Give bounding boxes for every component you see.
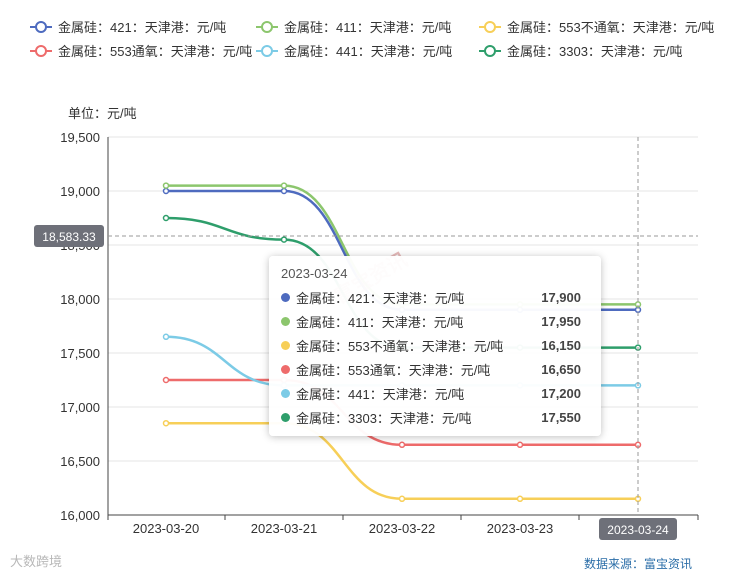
y-tick-label: 19,000	[60, 184, 100, 199]
tooltip-row: 金属硅：441：天津港：元/吨 17,200	[281, 381, 589, 405]
tooltip-row: 金属硅：3303：天津港：元/吨 17,550	[281, 405, 589, 429]
legend-marker-icon	[35, 21, 47, 33]
y-tick-label: 16,500	[60, 454, 100, 469]
tooltip-series-value: 17,950	[541, 313, 581, 329]
series-dot-icon	[281, 316, 290, 326]
tooltip-date: 2023-03-24	[281, 266, 348, 281]
y-axis-pointer-label: 18,583.33	[42, 230, 96, 244]
legend-label: 金属硅：553通氧：天津港：元/吨	[58, 44, 252, 59]
y-tick-label: 18,000	[60, 292, 100, 307]
x-tick-label: 2023-03-22	[369, 521, 436, 536]
data-source[interactable]: 数据来源：富宝资讯	[584, 555, 692, 572]
legend-label: 金属硅：421：天津港：元/吨	[58, 20, 226, 35]
x-tick-label: 2023-03-20	[133, 521, 200, 536]
data-point	[398, 441, 406, 449]
tooltip-series-value: 16,150	[541, 337, 581, 353]
legend-item[interactable]: 金属硅：553不通氧：天津港：元/吨	[479, 20, 714, 35]
legend-item[interactable]: 金属硅：553通氧：天津港：元/吨	[30, 44, 252, 59]
tooltip-series-name: 金属硅：553不通氧：天津港：元/吨	[296, 338, 504, 354]
legend-label: 金属硅：411：天津港：元/吨	[284, 20, 451, 35]
legend-item[interactable]: 金属硅：411：天津港：元/吨	[256, 20, 451, 35]
data-point	[162, 376, 170, 384]
tooltip-series-name: 金属硅：553通氧：天津港：元/吨	[296, 362, 491, 378]
tooltip-row: 金属硅：421：天津港：元/吨 17,900	[281, 285, 589, 309]
data-point	[162, 214, 170, 222]
y-axis-unit-label: 单位：元/吨	[68, 106, 137, 121]
tooltip-series-value: 17,200	[541, 385, 581, 401]
x-tick-label: 2023-03-21	[251, 521, 318, 536]
data-point	[516, 495, 524, 503]
series-dot-icon	[281, 412, 290, 422]
tooltip-series-value: 17,550	[541, 409, 581, 425]
legend-label: 金属硅：441：天津港：元/吨	[284, 44, 452, 59]
tooltip-row: 金属硅：553不通氧：天津港：元/吨 16,150	[281, 333, 589, 357]
y-tick-label: 17,500	[60, 346, 100, 361]
legend-marker-icon	[261, 45, 273, 57]
data-point	[516, 441, 524, 449]
tooltip-series-value: 17,900	[541, 289, 581, 305]
series-dot-icon	[281, 292, 290, 302]
y-tick-label: 17,000	[60, 400, 100, 415]
tooltip-series-value: 16,650	[541, 361, 581, 377]
legend-item[interactable]: 金属硅：421：天津港：元/吨	[30, 20, 226, 35]
data-point	[162, 182, 170, 189]
brand-logo-text: 大数跨境	[10, 554, 63, 569]
tooltip-series-name: 金属硅：411：天津港：元/吨	[296, 314, 464, 330]
data-point	[398, 495, 406, 503]
x-axis: 2023-03-20 2023-03-21 2023-03-22 2023-03-23…	[107, 514, 699, 540]
tooltip-rows: 金属硅：421：天津港：元/吨 17,900 金属硅：411：天津港：元/吨 17,9…	[281, 285, 589, 429]
legend-item[interactable]: 金属硅：441：天津港：元/吨	[256, 44, 452, 59]
data-point	[280, 236, 288, 243]
tooltip: 2023-03-24 金属硅：421：天津港：元/吨 17,900 金属硅：411：…	[269, 256, 601, 436]
x-tick-label: 2023-03-23	[487, 521, 554, 536]
legend: 金属硅：421：天津港：元/吨 金属硅：411：天津港：元/吨 金属硅：553不通氧…	[30, 20, 714, 59]
series-dot-icon	[281, 340, 290, 350]
series-dot-icon	[281, 388, 290, 398]
x-tick-label: 2023-03-24	[607, 523, 669, 537]
tooltip-row: 金属硅：553通氧：天津港：元/吨 16,650	[281, 357, 589, 381]
legend-label: 金属硅：553不通氧：天津港：元/吨	[507, 20, 714, 35]
data-point	[162, 187, 170, 195]
data-point	[280, 187, 288, 195]
legend-marker-icon	[35, 45, 47, 57]
tooltip-series-name: 金属硅：421：天津港：元/吨	[296, 290, 465, 306]
y-axis: 16,00016,50017,00017,50018,00018,50019,0…	[60, 130, 109, 523]
tooltip-row: 金属硅：411：天津港：元/吨 17,950	[281, 309, 589, 333]
legend-item[interactable]: 金属硅：3303：天津港：元/吨	[479, 44, 683, 59]
y-tick-label: 16,000	[60, 508, 100, 523]
legend-marker-icon	[484, 21, 496, 33]
legend-marker-icon	[261, 21, 273, 33]
series-dot-icon	[281, 364, 290, 374]
tooltip-series-name: 金属硅：441：天津港：元/吨	[296, 386, 465, 402]
legend-marker-icon	[484, 45, 496, 57]
y-tick-label: 19,500	[60, 130, 100, 145]
data-point	[162, 419, 170, 427]
tooltip-series-name: 金属硅：3303：天津港：元/吨	[296, 410, 472, 426]
data-point	[280, 182, 288, 189]
legend-label: 金属硅：3303：天津港：元/吨	[507, 44, 683, 59]
data-point	[162, 333, 170, 341]
